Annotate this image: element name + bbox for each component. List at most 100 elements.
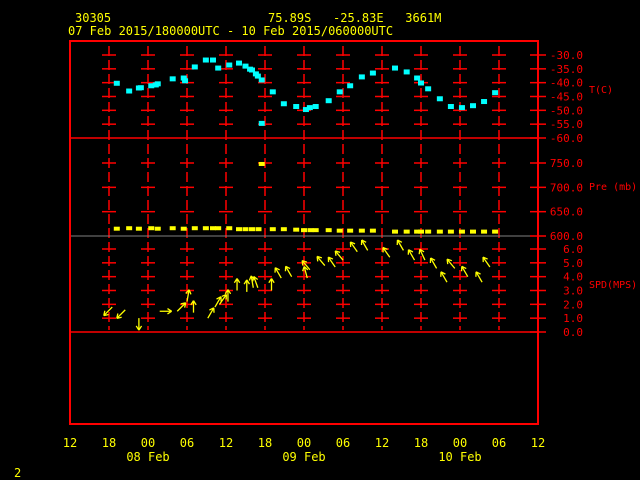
- aws-station-plot: 30305 75.89S -25.83E 3661M 07 Feb 2015/1…: [0, 0, 640, 480]
- x-tick-label: 00: [141, 436, 155, 450]
- wind-speed-tick-label: 3.0: [563, 285, 583, 298]
- date-label: 09 Feb: [282, 450, 325, 464]
- pressure-point: [202, 226, 209, 231]
- wind-arrow: [334, 250, 344, 261]
- x-tick-label: 00: [297, 436, 311, 450]
- pressure-point: [210, 226, 216, 231]
- temperature-point: [113, 80, 120, 86]
- temperature-point: [392, 65, 398, 71]
- pressure-point: [249, 227, 255, 232]
- temperature-tick-label: -40.0: [550, 77, 583, 90]
- wind-speed-axis-title: SPD(MPS): [589, 280, 637, 291]
- wind-speed-tick-label: 0.0: [563, 326, 583, 339]
- pressure-point: [191, 226, 198, 231]
- temperature-point: [293, 104, 300, 110]
- x-tick-label: 18: [414, 436, 428, 450]
- pressure-point: [301, 228, 307, 233]
- wind-arrow: [159, 308, 173, 315]
- pressure-point: [369, 228, 376, 233]
- wind-speed-tick-label: 2.0: [563, 298, 583, 311]
- pressure-point: [215, 226, 222, 231]
- pressure-point: [148, 226, 155, 231]
- temperature-tick-label: -45.0: [550, 91, 583, 104]
- pressure-point: [403, 229, 410, 234]
- temperature-point: [226, 62, 233, 68]
- x-tick-label: 00: [453, 436, 467, 450]
- pressure-point: [236, 227, 242, 232]
- temperature-point: [202, 57, 209, 63]
- pressure-point: [226, 226, 233, 231]
- temperature-point: [182, 78, 189, 84]
- pressure-point: [293, 227, 300, 232]
- pressure-point: [180, 226, 187, 231]
- temperature-point: [325, 98, 332, 104]
- temperature-tick-label: -60.0: [550, 132, 583, 145]
- temperature-point: [191, 64, 198, 70]
- temperature-point: [280, 101, 287, 107]
- wind-arrow: [418, 248, 426, 261]
- temperature-point: [436, 96, 443, 102]
- pressure-point: [242, 227, 249, 232]
- temperature-point: [210, 57, 216, 63]
- temperature-point: [358, 74, 365, 80]
- wind-arrow: [190, 300, 197, 313]
- wind-arrow: [176, 302, 187, 312]
- wind-arrow: [274, 267, 282, 279]
- temperature-point: [269, 89, 276, 95]
- pressure-point: [436, 229, 443, 234]
- pressure-tick-label: 700.0: [550, 181, 583, 194]
- pressure-point: [255, 227, 262, 232]
- temperature-point: [312, 104, 319, 110]
- temperature-point: [137, 85, 144, 91]
- wind-arrow: [103, 306, 113, 317]
- pressure-point: [154, 226, 161, 231]
- temperature-point: [347, 83, 354, 89]
- pressure-point: [307, 228, 314, 233]
- wind-arrow: [327, 256, 336, 268]
- pressure-point: [126, 226, 133, 231]
- plot-canvas: -30.0-35.0-40.0-45.0-50.0-55.0-60.0 T(C) 7…: [63, 40, 637, 464]
- x-tick-label: 06: [492, 436, 506, 450]
- temperature-point: [258, 77, 265, 83]
- temperature-point: [414, 75, 421, 81]
- x-tick-label: 18: [102, 436, 116, 450]
- wind-arrow: [284, 265, 293, 277]
- wind-arrow: [316, 255, 326, 267]
- temperature-point: [418, 80, 424, 86]
- temperature-point: [215, 65, 222, 71]
- pressure-point: [481, 229, 488, 234]
- temperature-point: [336, 89, 343, 95]
- pressure-axis-title: Pre (mb): [589, 182, 637, 193]
- x-tick-label: 12: [531, 436, 545, 450]
- temperature-point: [481, 99, 488, 105]
- pressure-point: [280, 227, 287, 232]
- x-tick-label: 06: [180, 436, 194, 450]
- pressure-point: [336, 228, 343, 233]
- wind-arrow: [396, 239, 405, 251]
- temperature-point: [492, 90, 499, 96]
- wind-arrow: [446, 258, 456, 269]
- wind-arrow: [440, 271, 448, 283]
- pressure-point: [135, 226, 142, 231]
- pressure-point: [347, 228, 354, 233]
- wind-arrow: [268, 278, 275, 291]
- pressure-point: [418, 229, 424, 234]
- pressure-point: [392, 229, 398, 234]
- wind-arrow: [429, 257, 438, 269]
- temperature-axis-title: T(C): [589, 85, 613, 96]
- pressure-point: [312, 228, 319, 233]
- wind-speed-tick-label: 5.0: [563, 257, 583, 270]
- pressure-point: [447, 229, 454, 234]
- pressure-tick-label: 750.0: [550, 157, 583, 170]
- pressure-point: [113, 226, 120, 231]
- wind-arrow: [214, 296, 222, 308]
- wind-arrow: [482, 256, 491, 268]
- pressure-point: [169, 226, 176, 231]
- date-label: 08 Feb: [126, 450, 169, 464]
- wind-arrow: [460, 265, 469, 277]
- temperature-point: [154, 81, 161, 87]
- temperature-point: [169, 76, 176, 82]
- temperature-point: [470, 103, 476, 109]
- temperature-point: [425, 86, 432, 92]
- temperature-tick-label: -50.0: [550, 104, 583, 117]
